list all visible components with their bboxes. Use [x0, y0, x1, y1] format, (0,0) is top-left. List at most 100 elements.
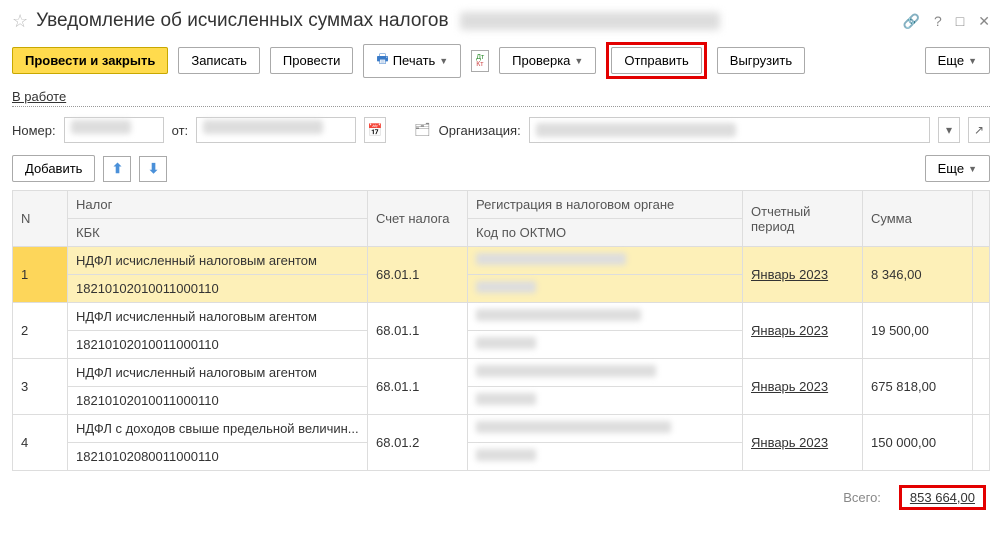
cell-period[interactable]: Январь 2023 [743, 359, 863, 415]
col-oktmo[interactable]: Код по ОКТМО [468, 219, 743, 247]
org-label: Организация: [439, 123, 521, 138]
cell-sum[interactable]: 19 500,00 [863, 303, 973, 359]
table-row[interactable]: 1НДФЛ исчисленный налоговым агентом68.01… [13, 247, 990, 275]
cell-oktmo[interactable] [468, 387, 743, 415]
export-button[interactable]: Выгрузить [717, 47, 805, 74]
org-open-button[interactable]: ↗ [968, 117, 990, 143]
printer-icon: 🖶 [376, 50, 388, 72]
cell-kbk[interactable]: 18210102010011000110 [68, 387, 368, 415]
page-title: Уведомление об исчисленных суммах налого… [36, 10, 902, 32]
more-button[interactable]: Еще ▼ [925, 47, 990, 74]
cell-n[interactable]: 2 [13, 303, 68, 359]
org-icon: 🗂 [414, 122, 431, 138]
organization-input[interactable] [529, 117, 930, 143]
cell-oktmo[interactable] [468, 331, 743, 359]
cell-period[interactable]: Январь 2023 [743, 247, 863, 303]
help-icon[interactable]: ? [934, 13, 942, 30]
window-options-icon[interactable]: □ [956, 13, 964, 30]
title-bar: ☆ Уведомление об исчисленных суммах нало… [12, 10, 990, 32]
number-label: Номер: [12, 123, 56, 138]
chevron-down-icon: ▼ [968, 164, 977, 174]
cell-sum[interactable]: 150 000,00 [863, 415, 973, 471]
calendar-icon[interactable]: 📅 [364, 117, 386, 143]
org-dropdown-button[interactable]: ▾ [938, 117, 960, 143]
title-label: Уведомление об исчисленных суммах налого… [36, 10, 448, 31]
footer: Всего: 853 664,00 [12, 479, 990, 516]
cell-oktmo[interactable] [468, 275, 743, 303]
chevron-down-icon: ▼ [968, 56, 977, 66]
cell-n[interactable]: 1 [13, 247, 68, 303]
cell-account[interactable]: 68.01.1 [368, 303, 468, 359]
cell-n[interactable]: 4 [13, 415, 68, 471]
send-button[interactable]: Отправить [611, 47, 701, 74]
check-button[interactable]: Проверка ▼ [499, 47, 596, 74]
cell-reg[interactable] [468, 359, 743, 387]
table-actions: Добавить ⬆ ⬇ Еще ▼ [12, 155, 990, 182]
cell-tax[interactable]: НДФЛ с доходов свыше предельной величин.… [68, 415, 368, 443]
cell-tax[interactable]: НДФЛ исчисленный налоговым агентом [68, 303, 368, 331]
from-label: от: [172, 123, 189, 138]
chevron-down-icon: ▼ [439, 56, 448, 66]
dtkt-icon[interactable]: ДтКт [471, 50, 489, 72]
table-row[interactable]: 2НДФЛ исчисленный налоговым агентом68.01… [13, 303, 990, 331]
col-n[interactable]: N [13, 191, 68, 247]
tax-table: N Налог Счет налога Регистрация в налого… [12, 190, 990, 471]
cell-extra [973, 359, 990, 415]
number-input[interactable] [64, 117, 164, 143]
cell-n[interactable]: 3 [13, 359, 68, 415]
main-toolbar: Провести и закрыть Записать Провести 🖶 П… [12, 42, 990, 79]
cell-extra [973, 247, 990, 303]
chevron-down-icon: ▼ [574, 56, 583, 66]
cell-extra [973, 415, 990, 471]
post-button[interactable]: Провести [270, 47, 354, 74]
col-extra [973, 191, 990, 247]
table-row[interactable]: 4НДФЛ с доходов свыше предельной величин… [13, 415, 990, 443]
cell-account[interactable]: 68.01.1 [368, 247, 468, 303]
fields-row: Номер: от: 📅 🗂 Организация: ▾ ↗ [12, 117, 990, 143]
save-button[interactable]: Записать [178, 47, 260, 74]
table-more-button[interactable]: Еще ▼ [925, 155, 990, 182]
status-line: В работе [12, 89, 990, 107]
col-tax[interactable]: Налог [68, 191, 368, 219]
cell-tax[interactable]: НДФЛ исчисленный налоговым агентом [68, 247, 368, 275]
cell-kbk[interactable]: 18210102010011000110 [68, 275, 368, 303]
cell-period[interactable]: Январь 2023 [743, 303, 863, 359]
total-label: Всего: [843, 490, 881, 505]
move-up-button[interactable]: ⬆ [103, 156, 131, 182]
cell-reg[interactable] [468, 415, 743, 443]
link-icon[interactable]: 🔗 [903, 13, 920, 30]
print-label: Печать [393, 53, 436, 68]
col-kbk[interactable]: КБК [68, 219, 368, 247]
title-blurred [460, 12, 720, 30]
post-and-close-button[interactable]: Провести и закрыть [12, 47, 168, 74]
send-highlight: Отправить [606, 42, 706, 79]
col-reg[interactable]: Регистрация в налоговом органе [468, 191, 743, 219]
cell-extra [973, 303, 990, 359]
close-icon[interactable]: ✕ [978, 13, 990, 30]
cell-sum[interactable]: 675 818,00 [863, 359, 973, 415]
total-value[interactable]: 853 664,00 [899, 485, 986, 510]
cell-oktmo[interactable] [468, 443, 743, 471]
cell-account[interactable]: 68.01.2 [368, 415, 468, 471]
cell-tax[interactable]: НДФЛ исчисленный налоговым агентом [68, 359, 368, 387]
cell-sum[interactable]: 8 346,00 [863, 247, 973, 303]
cell-reg[interactable] [468, 247, 743, 275]
cell-period[interactable]: Январь 2023 [743, 415, 863, 471]
table-row[interactable]: 3НДФЛ исчисленный налоговым агентом68.01… [13, 359, 990, 387]
cell-account[interactable]: 68.01.1 [368, 359, 468, 415]
cell-kbk[interactable]: 18210102010011000110 [68, 331, 368, 359]
favorite-star-icon[interactable]: ☆ [12, 11, 28, 32]
cell-kbk[interactable]: 18210102080011000110 [68, 443, 368, 471]
move-down-button[interactable]: ⬇ [139, 156, 167, 182]
col-period[interactable]: Отчетный период [743, 191, 863, 247]
col-sum[interactable]: Сумма [863, 191, 973, 247]
check-label: Проверка [512, 53, 570, 68]
cell-reg[interactable] [468, 303, 743, 331]
print-button[interactable]: 🖶 Печать ▼ [363, 44, 461, 78]
add-button[interactable]: Добавить [12, 155, 95, 182]
col-account[interactable]: Счет налога [368, 191, 468, 247]
more-label: Еще [938, 53, 964, 68]
more-label2: Еще [938, 161, 964, 176]
date-input[interactable] [196, 117, 356, 143]
status-link[interactable]: В работе [12, 89, 66, 104]
